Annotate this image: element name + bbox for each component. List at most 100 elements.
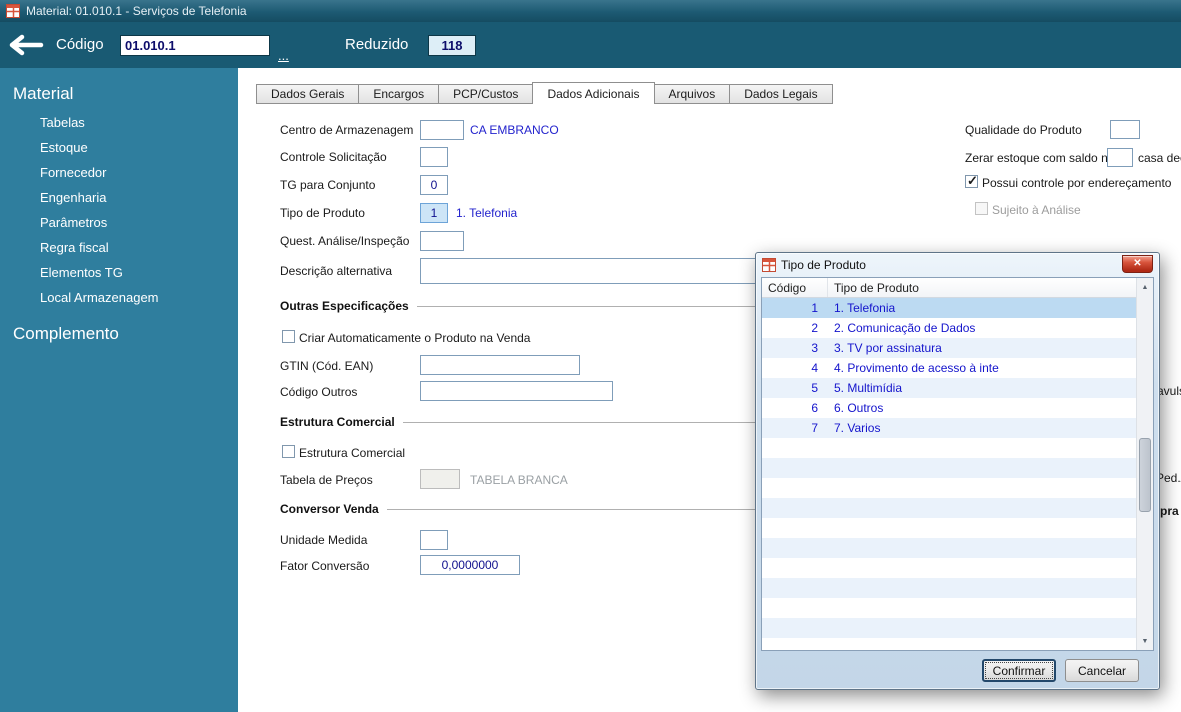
estrutura-comercial-title: Estrutura Comercial xyxy=(280,415,395,429)
table-row-empty[interactable] xyxy=(762,578,1136,598)
conversor-venda-group: Conversor Venda xyxy=(280,502,757,516)
scrollbar[interactable]: ▲ ▼ xyxy=(1136,278,1153,650)
codigo-lookup-link[interactable]: ... xyxy=(278,48,289,63)
sidebar: Material Tabelas Estoque Fornecedor Engenha… xyxy=(0,68,238,712)
conversor-venda-title: Conversor Venda xyxy=(280,502,379,516)
descricao-alternativa-label: Descrição alternativa xyxy=(280,264,393,278)
criar-automaticamente-label[interactable]: Criar Automaticamente o Produto na Venda xyxy=(299,331,530,345)
codigo-input[interactable] xyxy=(120,35,270,56)
fator-conversao-input[interactable] xyxy=(420,555,520,575)
dialog-buttons: Confirmar Cancelar xyxy=(982,659,1139,682)
clipped-text-fragment: avuls xyxy=(1157,384,1181,398)
descricao-alternativa-input[interactable] xyxy=(420,258,757,284)
list-header: Código Tipo de Produto xyxy=(762,278,1136,298)
codigo-outros-input[interactable] xyxy=(420,381,613,401)
possui-controle-label[interactable]: Possui controle por endereçamento xyxy=(982,176,1171,190)
table-row-empty[interactable] xyxy=(762,438,1136,458)
table-row[interactable]: 6 6. Outros xyxy=(762,398,1136,418)
table-row-empty[interactable] xyxy=(762,478,1136,498)
tabela-precos-input xyxy=(420,469,460,489)
confirmar-button[interactable]: Confirmar xyxy=(982,659,1056,682)
table-row-empty[interactable] xyxy=(762,618,1136,638)
zerar-estoque-input[interactable] xyxy=(1107,148,1133,167)
cancelar-button[interactable]: Cancelar xyxy=(1065,659,1139,682)
sidebar-item-local-armazenagem[interactable]: Local Armazenagem xyxy=(0,285,238,310)
sidebar-item-elementos-tg[interactable]: Elementos TG xyxy=(0,260,238,285)
table-row-empty[interactable] xyxy=(762,518,1136,538)
sidebar-item-engenharia[interactable]: Engenharia xyxy=(0,185,238,210)
sidebar-item-regra-fiscal[interactable]: Regra fiscal xyxy=(0,235,238,260)
sujeito-analise-checkbox xyxy=(975,202,988,215)
tipo-produto-label: Tipo de Produto xyxy=(280,206,365,220)
reduzido-input[interactable] xyxy=(428,35,476,56)
gtin-label: GTIN (Cód. EAN) xyxy=(280,359,374,373)
header-bar: Código ... Reduzido xyxy=(0,22,1181,68)
table-row-empty[interactable] xyxy=(762,538,1136,558)
tg-conjunto-label: TG para Conjunto xyxy=(280,178,376,192)
column-header-tipo[interactable]: Tipo de Produto xyxy=(828,278,1136,297)
dialog-icon xyxy=(762,258,776,272)
centro-armazenagem-input[interactable] xyxy=(420,120,464,140)
possui-controle-checkbox[interactable] xyxy=(965,173,978,189)
tipo-produto-input[interactable] xyxy=(420,203,448,223)
tabela-precos-label: Tabela de Preços xyxy=(280,473,373,487)
sidebar-item-par-metros[interactable]: Parâmetros xyxy=(0,210,238,235)
controle-solicitacao-input[interactable] xyxy=(420,147,448,167)
outras-especificacoes-group: Outras Especificações xyxy=(280,299,757,313)
sidebar-heading-complemento[interactable]: Complemento xyxy=(0,310,238,350)
dialog-titlebar[interactable]: Tipo de Produto ✕ xyxy=(756,253,1159,277)
qualidade-produto-label: Qualidade do Produto xyxy=(965,123,1082,137)
tab-dados-adicionais[interactable]: Dados Adicionais xyxy=(532,82,655,104)
tab-encargos[interactable]: Encargos xyxy=(358,84,440,103)
tab-dados-legais[interactable]: Dados Legais xyxy=(729,84,833,103)
table-row[interactable]: 7 7. Varios xyxy=(762,418,1136,438)
tab-dados-gerais[interactable]: Dados Gerais xyxy=(256,84,360,103)
codigo-outros-label: Código Outros xyxy=(280,385,358,399)
fator-conversao-label: Fator Conversão xyxy=(280,559,370,573)
criar-automaticamente-checkbox[interactable] xyxy=(282,330,295,343)
app-icon xyxy=(6,4,20,18)
close-glyph: ✕ xyxy=(1133,258,1142,269)
table-row-empty[interactable] xyxy=(762,558,1136,578)
scroll-down-icon[interactable]: ▼ xyxy=(1137,633,1153,649)
gtin-input[interactable] xyxy=(420,355,580,375)
tipo-produto-desc: 1. Telefonia xyxy=(456,206,518,220)
unidade-medida-input[interactable] xyxy=(420,530,448,550)
sidebar-item-tabelas[interactable]: Tabelas xyxy=(0,110,238,135)
estrutura-comercial-checkbox[interactable] xyxy=(282,445,295,458)
clipped-text-fragment: pra xyxy=(1160,504,1179,518)
tab-arquivos[interactable]: Arquivos xyxy=(653,84,731,103)
reduzido-label: Reduzido xyxy=(345,36,409,53)
back-arrow-icon[interactable] xyxy=(8,33,44,57)
table-row[interactable]: 3 3. TV por assinatura xyxy=(762,338,1136,358)
qualidade-produto-input[interactable] xyxy=(1110,120,1140,139)
estrutura-comercial-label[interactable]: Estrutura Comercial xyxy=(299,446,405,460)
scroll-up-icon[interactable]: ▲ xyxy=(1137,279,1153,295)
tg-conjunto-input[interactable] xyxy=(420,175,448,195)
tabela-precos-desc: TABELA BRANCA xyxy=(470,473,568,487)
sidebar-heading-material[interactable]: Material xyxy=(0,68,238,110)
centro-armazenagem-desc: CA EMBRANCO xyxy=(470,123,559,137)
table-row-empty[interactable] xyxy=(762,498,1136,518)
group-divider xyxy=(416,305,757,307)
group-divider xyxy=(386,508,757,510)
scrollbar-thumb[interactable] xyxy=(1139,438,1151,512)
controle-solicitacao-label: Controle Solicitação xyxy=(280,150,387,164)
sidebar-item-fornecedor[interactable]: Fornecedor xyxy=(0,160,238,185)
scroll-up-glyph: ▲ xyxy=(1141,283,1149,291)
table-row[interactable]: 2 2. Comunicação de Dados xyxy=(762,318,1136,338)
quest-analise-input[interactable] xyxy=(420,231,464,251)
tipo-produto-list: Código Tipo de Produto 1 1. Telefonia 2 2. … xyxy=(761,277,1154,651)
tab-pcp-custos[interactable]: PCP/Custos xyxy=(438,84,534,103)
table-row-empty[interactable] xyxy=(762,638,1136,650)
table-row-empty[interactable] xyxy=(762,458,1136,478)
close-icon[interactable]: ✕ xyxy=(1122,254,1153,273)
table-row-empty[interactable] xyxy=(762,598,1136,618)
table-row[interactable]: 5 5. Multimídia xyxy=(762,378,1136,398)
column-header-codigo[interactable]: Código xyxy=(762,278,828,297)
table-row[interactable]: 1 1. Telefonia xyxy=(762,298,1136,318)
tab-strip: Dados Gerais Encargos PCP/Custos Dados Adic… xyxy=(256,82,833,104)
table-row[interactable]: 4 4. Provimento de acesso à inte xyxy=(762,358,1136,378)
sidebar-item-estoque[interactable]: Estoque xyxy=(0,135,238,160)
window-titlebar: Material: 01.010.1 - Serviços de Telefon… xyxy=(0,0,1181,22)
